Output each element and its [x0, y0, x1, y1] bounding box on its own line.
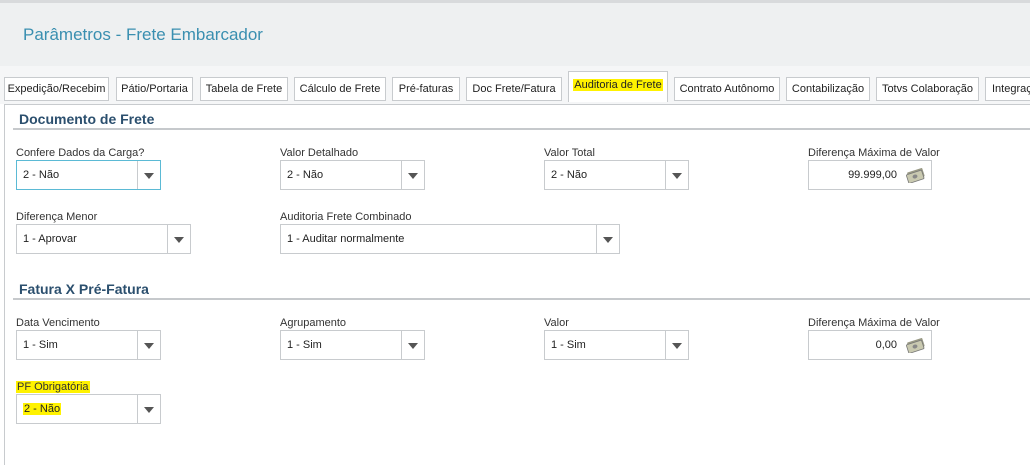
tab-label: Doc Frete/Fatura — [472, 83, 556, 95]
section-divider — [13, 128, 1030, 130]
select-divider — [167, 225, 168, 253]
section-title-fatura-pre-fatura: Fatura X Pré-Fatura — [19, 281, 149, 297]
chevron-down-icon — [408, 343, 418, 349]
tab-bar: Expedição/Recebim Pátio/Portaria Tabela … — [0, 66, 1030, 104]
diferenca-maxima-fatura-label: Diferença Máxima de Valor — [808, 317, 940, 329]
tab-label: Contabilização — [791, 83, 865, 95]
valor-total-label: Valor Total — [544, 147, 595, 159]
page-header: Parâmetros - Frete Embarcador — [0, 0, 1030, 66]
select-divider — [665, 161, 666, 189]
chevron-down-icon — [672, 173, 682, 179]
chevron-down-icon — [144, 407, 154, 413]
select-value: 2 - Não — [23, 403, 62, 415]
diferenca-maxima-label: Diferença Máxima de Valor — [808, 147, 940, 159]
section-divider — [13, 298, 1030, 300]
tab-contrato-autonomo[interactable]: Contrato Autônomo — [674, 77, 780, 101]
field-value: 0,00 — [875, 339, 897, 351]
select-divider — [596, 225, 597, 253]
field-value: 99.999,00 — [848, 169, 897, 181]
confere-dados-select[interactable]: 2 - Não — [16, 160, 161, 190]
diferenca-menor-label: Diferença Menor — [16, 211, 98, 223]
select-divider — [137, 161, 138, 189]
valor-select[interactable]: 1 - Sim — [544, 330, 689, 360]
tab-label: Auditoria de Frete — [573, 79, 663, 91]
chevron-down-icon — [603, 237, 613, 243]
tab-label: Totvs Colaboração — [881, 83, 974, 95]
pf-obrigatoria-label-text: PF Obrigatória — [16, 381, 90, 393]
diferenca-maxima-input[interactable]: 99.999,00 — [808, 160, 932, 190]
select-value: 2 - Não — [551, 169, 588, 181]
tab-auditoria-frete[interactable]: Auditoria de Frete — [568, 71, 668, 102]
chevron-down-icon — [672, 343, 682, 349]
valor-label: Valor — [544, 317, 569, 329]
tab-label: Contrato Autônomo — [679, 83, 775, 95]
tab-label: Pré-faturas — [398, 83, 454, 95]
auditoria-combinado-label: Auditoria Frete Combinado — [280, 211, 412, 223]
select-value: 2 - Não — [23, 169, 60, 181]
select-divider — [401, 161, 402, 189]
select-value: 2 - Não — [287, 169, 324, 181]
valor-total-select[interactable]: 2 - Não — [544, 160, 689, 190]
select-value: 1 - Sim — [23, 339, 58, 351]
select-value: 1 - Sim — [551, 339, 586, 351]
tab-expedicao[interactable]: Expedição/Recebim — [4, 77, 109, 101]
select-divider — [401, 331, 402, 359]
diferenca-menor-select[interactable]: 1 - Aprovar — [16, 224, 191, 254]
chevron-down-icon — [408, 173, 418, 179]
tab-calculo-frete[interactable]: Cálculo de Frete — [294, 77, 386, 101]
tab-content: Documento de Frete Confere Dados da Carg… — [4, 104, 1030, 465]
pf-obrigatoria-select[interactable]: 2 - Não — [16, 394, 161, 424]
diferenca-maxima-fatura-input[interactable]: 0,00 — [808, 330, 932, 360]
tab-patio[interactable]: Pátio/Portaria — [116, 77, 193, 101]
page-title: Parâmetros - Frete Embarcador — [23, 25, 263, 44]
tab-label: Integraç — [992, 83, 1030, 95]
confere-dados-label: Confere Dados da Carga? — [16, 147, 145, 159]
chevron-down-icon — [144, 343, 154, 349]
agrupamento-label: Agrupamento — [280, 317, 347, 329]
money-icon[interactable] — [905, 167, 927, 183]
tab-label: Tabela de Frete — [205, 83, 283, 95]
select-divider — [137, 395, 138, 423]
tab-totvs-colaboracao[interactable]: Totvs Colaboração — [876, 77, 979, 101]
valor-detalhado-select[interactable]: 2 - Não — [280, 160, 425, 190]
tab-contabilizacao[interactable]: Contabilização — [786, 77, 870, 101]
select-divider — [665, 331, 666, 359]
select-value: 1 - Auditar normalmente — [287, 233, 405, 245]
tab-label: Pátio/Portaria — [121, 83, 188, 95]
section-title-documento-frete: Documento de Frete — [19, 111, 155, 127]
select-value: 1 - Sim — [287, 339, 322, 351]
agrupamento-select[interactable]: 1 - Sim — [280, 330, 425, 360]
data-vencimento-select[interactable]: 1 - Sim — [16, 330, 161, 360]
tab-doc-frete-fatura[interactable]: Doc Frete/Fatura — [466, 77, 562, 101]
select-divider — [137, 331, 138, 359]
auditoria-combinado-select[interactable]: 1 - Auditar normalmente — [280, 224, 620, 254]
chevron-down-icon — [174, 237, 184, 243]
tab-tabela-frete[interactable]: Tabela de Frete — [200, 77, 288, 101]
valor-detalhado-label: Valor Detalhado — [280, 147, 359, 159]
tab-pre-faturas[interactable]: Pré-faturas — [392, 77, 460, 101]
money-icon[interactable] — [905, 337, 927, 353]
data-vencimento-label: Data Vencimento — [16, 317, 100, 329]
select-value: 1 - Aprovar — [23, 233, 77, 245]
pf-obrigatoria-label: PF Obrigatória — [16, 381, 90, 393]
tab-label: Expedição/Recebim — [7, 83, 106, 95]
tab-label: Cálculo de Frete — [299, 83, 381, 95]
tab-integracao[interactable]: Integraç — [985, 77, 1030, 101]
chevron-down-icon — [144, 173, 154, 179]
